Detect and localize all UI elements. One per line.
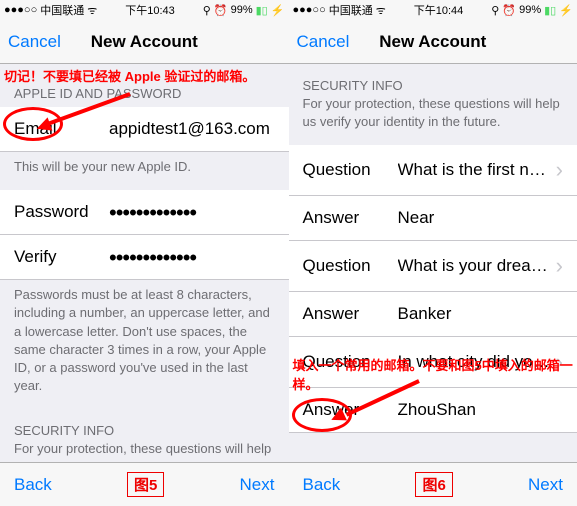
email-value[interactable]: appidtest1@163.com	[109, 119, 275, 139]
back-button[interactable]: Back	[303, 475, 341, 495]
next-button[interactable]: Next	[240, 475, 275, 495]
annotation-warning: 切记！不要填已经被 Apple 验证过的邮箱。	[4, 66, 255, 85]
signal-dots: ●●●○○	[4, 4, 37, 16]
question2-row[interactable]: Question What is your drea…	[289, 241, 577, 292]
password-value[interactable]: •••••••••••••	[109, 204, 275, 221]
nav-bar: Cancel New Account	[289, 20, 577, 64]
battery-pct: 99%	[231, 4, 253, 16]
carrier: 中国联通	[329, 2, 373, 18]
verify-label: Verify	[14, 247, 109, 267]
cancel-button[interactable]: Cancel	[297, 32, 350, 52]
annotation-circle	[292, 398, 352, 432]
nav-bar: Cancel New Account	[0, 20, 289, 64]
figure-label: 图6	[415, 472, 452, 497]
wifi-icon: ᯤ	[376, 3, 386, 18]
password-row[interactable]: Password •••••••••••••	[0, 190, 289, 235]
bottom-toolbar: Back 图6 Next	[289, 462, 577, 506]
clock: 下午10:44	[414, 2, 464, 18]
screen-right: ●●●○○ 中国联通 ᯤ 下午10:44 ⚲ ⏰ 99% ▮▯ ⚡ Cancel…	[289, 0, 577, 506]
security-subtext: For your protection, these questions wil…	[0, 438, 289, 462]
status-bar: ●●●○○ 中国联通 ᯤ 下午10:44 ⚲ ⏰ 99% ▮▯ ⚡	[289, 0, 577, 20]
password-label: Password	[14, 202, 109, 222]
bottom-toolbar: Back 图5 Next	[0, 462, 289, 506]
battery-icon: ▮▯ ⚡	[256, 4, 285, 17]
question-label: Question	[303, 160, 398, 180]
verify-row[interactable]: Verify •••••••••••••	[0, 235, 289, 280]
cancel-button[interactable]: Cancel	[8, 32, 61, 52]
annotation-circle	[3, 107, 63, 141]
section-rescue: OPTIONAL RESCUE EMAIL	[289, 433, 577, 462]
back-button[interactable]: Back	[14, 475, 52, 495]
answer3-value[interactable]: ZhouShan	[398, 400, 564, 420]
question1-value: What is the first na…	[398, 160, 550, 180]
clock: 下午10:43	[125, 2, 175, 18]
security-subtext: For your protection, these questions wil…	[289, 93, 577, 145]
answer1-value[interactable]: Near	[398, 208, 564, 228]
answer1-row[interactable]: Answer Near	[289, 196, 577, 241]
apple-id-footer: This will be your new Apple ID.	[0, 152, 289, 190]
verify-value[interactable]: •••••••••••••	[109, 249, 275, 266]
battery-icon: ▮▯ ⚡	[544, 4, 573, 17]
signal-dots: ●●●○○	[293, 4, 326, 16]
battery-pct: 99%	[519, 4, 541, 16]
next-button[interactable]: Next	[528, 475, 563, 495]
wifi-icon: ᯤ	[87, 3, 97, 18]
question2-value: What is your drea…	[398, 256, 550, 276]
annotation-warning: 填入一个常用的邮箱。不要和图5中填入的邮箱一样。	[293, 355, 574, 393]
question-label: Question	[303, 256, 398, 276]
answer2-value[interactable]: Banker	[398, 304, 564, 324]
question1-row[interactable]: Question What is the first na…	[289, 145, 577, 196]
screen-left: ●●●○○ 中国联通 ᯤ 下午10:43 ⚲ ⏰ 99% ▮▯ ⚡ Cancel…	[0, 0, 289, 506]
alarm-icon: ⚲ ⏰	[203, 4, 228, 17]
alarm-icon: ⚲ ⏰	[491, 4, 516, 17]
password-footer: Passwords must be at least 8 characters,…	[0, 280, 289, 409]
status-bar: ●●●○○ 中国联通 ᯤ 下午10:43 ⚲ ⏰ 99% ▮▯ ⚡	[0, 0, 289, 20]
section-security: SECURITY INFO	[0, 409, 289, 438]
figure-label: 图5	[127, 472, 164, 497]
section-security: SECURITY INFO	[289, 64, 577, 93]
answer-label: Answer	[303, 304, 398, 324]
answer2-row[interactable]: Answer Banker	[289, 292, 577, 337]
answer-label: Answer	[303, 208, 398, 228]
carrier: 中国联通	[40, 2, 84, 18]
